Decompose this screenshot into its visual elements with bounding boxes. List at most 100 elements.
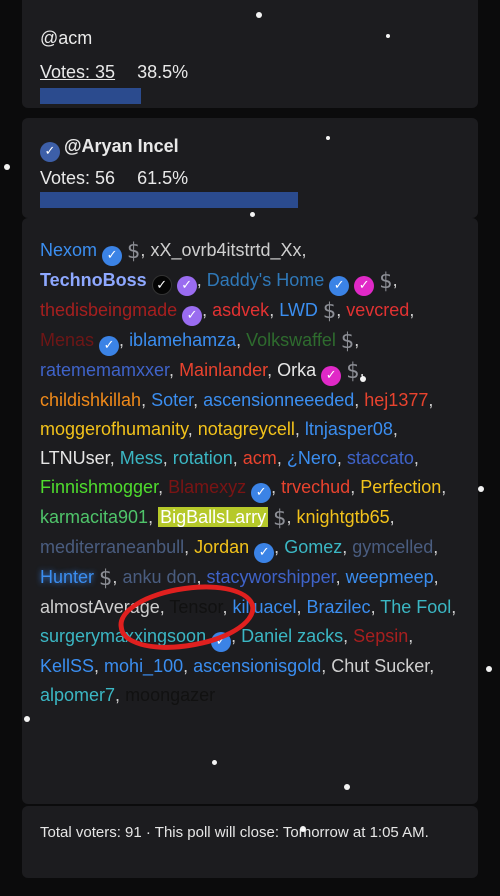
poll-status-text: Total voters: 91 · This poll will close:… bbox=[40, 824, 429, 841]
voter-item[interactable]: Brazilec bbox=[307, 597, 371, 617]
separator: , bbox=[115, 685, 126, 705]
voter-item[interactable]: Daddy's Home ✓ ✓ $ bbox=[206, 269, 393, 296]
voter-item[interactable]: The Fool bbox=[380, 597, 451, 617]
voter-item[interactable]: Menas ✓ bbox=[40, 330, 120, 356]
voter-item[interactable]: weepmeep bbox=[346, 567, 434, 587]
voter-name: KellSS bbox=[40, 656, 95, 676]
voter-item[interactable]: trvechud bbox=[281, 477, 350, 497]
voters-list: Nexom ✓ $, xX_ovrb4itstrtd_Xx, TechnoBos… bbox=[40, 236, 470, 710]
voter-item[interactable]: moongazer bbox=[125, 685, 215, 705]
voter-item[interactable]: moggerofhumanity bbox=[40, 419, 188, 439]
voter-item[interactable]: Sepsin bbox=[353, 626, 408, 646]
verified-check-icon: ✓ bbox=[102, 246, 123, 266]
voter-item[interactable]: knightgtb65 bbox=[297, 507, 390, 527]
voter-item[interactable]: xX_ovrb4itstrtd_Xx bbox=[150, 240, 301, 260]
voter-item[interactable]: vevcred bbox=[346, 300, 409, 320]
voter-item[interactable]: karmacita901 bbox=[40, 507, 148, 527]
voter-name: vevcred bbox=[346, 300, 410, 320]
verified-check-icon: ✓ bbox=[99, 336, 120, 356]
snow-particle bbox=[360, 376, 366, 382]
voter-item[interactable]: hej1377 bbox=[364, 390, 428, 410]
voter-item[interactable]: Nexom ✓ $ bbox=[40, 239, 140, 266]
separator: , bbox=[196, 270, 207, 290]
voter-item[interactable]: notagreycell bbox=[198, 419, 295, 439]
separator: , bbox=[184, 537, 195, 557]
voter-name: stacyworshipper bbox=[206, 567, 336, 587]
voter-item[interactable]: acm bbox=[243, 448, 277, 468]
voter-item[interactable]: LTNUser bbox=[40, 448, 110, 468]
separator: , bbox=[236, 330, 247, 350]
voter-name: hej1377 bbox=[364, 390, 429, 410]
separator: , bbox=[342, 537, 353, 557]
poll-option-aryan-incel[interactable]: ✓ @Aryan Incel Votes: 56 61.5% bbox=[22, 118, 478, 218]
voter-item[interactable]: childishkillah bbox=[40, 390, 141, 410]
voter-name: ascensionisgold bbox=[193, 656, 322, 676]
voter-item[interactable]: Jordan ✓ bbox=[194, 537, 275, 563]
voter-item[interactable]: alpomer7 bbox=[40, 685, 115, 705]
voter-item[interactable]: gymcelled bbox=[352, 537, 433, 557]
snow-particle bbox=[486, 666, 492, 672]
voter-item[interactable]: thedisbeingmade ✓ bbox=[40, 300, 203, 326]
voter-item[interactable]: Mess bbox=[120, 448, 163, 468]
voter-item[interactable]: mediterraneanbull bbox=[40, 537, 184, 557]
voter-name: Daddy's Home bbox=[206, 270, 325, 290]
separator: , bbox=[158, 477, 169, 497]
voter-name: rotation bbox=[172, 448, 233, 468]
voter-name: Brazilec bbox=[306, 597, 371, 617]
voter-name: weepmeep bbox=[345, 567, 434, 587]
voter-item[interactable]: rotation bbox=[173, 448, 233, 468]
separator: , bbox=[441, 477, 447, 497]
voter-item[interactable]: Hunter $ bbox=[40, 566, 112, 590]
voter-name: karmacita901 bbox=[40, 507, 149, 527]
voter-item[interactable]: ¿Nero bbox=[287, 448, 337, 468]
separator: , bbox=[335, 567, 346, 587]
voter-name: acm bbox=[242, 448, 277, 468]
voter-item[interactable]: Soter bbox=[151, 390, 193, 410]
voter-item[interactable]: stacyworshipper bbox=[207, 567, 336, 587]
voter-item[interactable]: ltnjasper08 bbox=[305, 419, 393, 439]
vote-progress-bar bbox=[40, 88, 141, 104]
voter-item[interactable]: Daniel zacks bbox=[241, 626, 343, 646]
voter-item[interactable]: Blamexyz ✓ bbox=[168, 477, 272, 503]
voter-item[interactable]: asdvek bbox=[212, 300, 269, 320]
voter-item[interactable]: ascensionneeeded bbox=[203, 390, 354, 410]
separator: , bbox=[271, 477, 282, 497]
voter-item[interactable]: iblamehamza bbox=[129, 330, 236, 350]
voter-name: ratememamxxer bbox=[40, 360, 170, 380]
voter-item[interactable]: Gomez bbox=[284, 537, 342, 557]
voter-item[interactable]: mohi_100 bbox=[104, 656, 183, 676]
voter-name: moongazer bbox=[125, 685, 216, 705]
voter-item[interactable]: LWD $ bbox=[279, 299, 336, 323]
separator: , bbox=[301, 240, 307, 260]
votes-percent: 38.5% bbox=[137, 62, 189, 82]
voter-item[interactable]: Orka ✓ $ bbox=[277, 359, 360, 386]
voter-item[interactable]: ascensionisgold bbox=[193, 656, 321, 676]
voter-name: Orka bbox=[277, 360, 317, 380]
voter-item[interactable]: Perfection bbox=[360, 477, 441, 497]
separator: , bbox=[392, 270, 398, 290]
poll-option-acm[interactable]: @acm Votes: 35 38.5% bbox=[22, 0, 478, 108]
verified-check-icon: ✓ bbox=[182, 306, 203, 326]
voter-item[interactable]: staccato bbox=[347, 448, 414, 468]
option-votes: Votes: 35 38.5% bbox=[40, 62, 188, 83]
votes-count: Votes: 35 bbox=[40, 62, 116, 82]
voter-name: Perfection bbox=[360, 477, 442, 497]
separator: , bbox=[276, 448, 287, 468]
voter-name: Finnishmogger bbox=[40, 477, 159, 497]
voter-item[interactable]: ratememamxxer bbox=[40, 360, 169, 380]
separator: , bbox=[354, 390, 365, 410]
voter-item[interactable]: Volkswaffel $ bbox=[246, 329, 354, 353]
voter-item[interactable]: Mainlander bbox=[179, 360, 267, 380]
votes-count: Votes: 56 bbox=[40, 168, 116, 188]
voter-item[interactable]: BigBallsLarry $ bbox=[158, 506, 287, 530]
voter-item[interactable]: Finnishmogger bbox=[40, 477, 158, 497]
separator: , bbox=[140, 240, 151, 260]
voter-item[interactable]: Chut Sucker bbox=[331, 656, 429, 676]
voter-item[interactable]: anku don bbox=[122, 567, 196, 587]
voters-list-card: Nexom ✓ $, xX_ovrb4itstrtd_Xx, TechnoBos… bbox=[22, 218, 478, 804]
voter-item[interactable]: KellSS bbox=[40, 656, 94, 676]
snow-particle bbox=[300, 826, 306, 832]
separator: , bbox=[202, 300, 213, 320]
separator: , bbox=[296, 597, 307, 617]
voter-item[interactable]: TechnoBoss ✓ ✓ bbox=[40, 270, 197, 296]
